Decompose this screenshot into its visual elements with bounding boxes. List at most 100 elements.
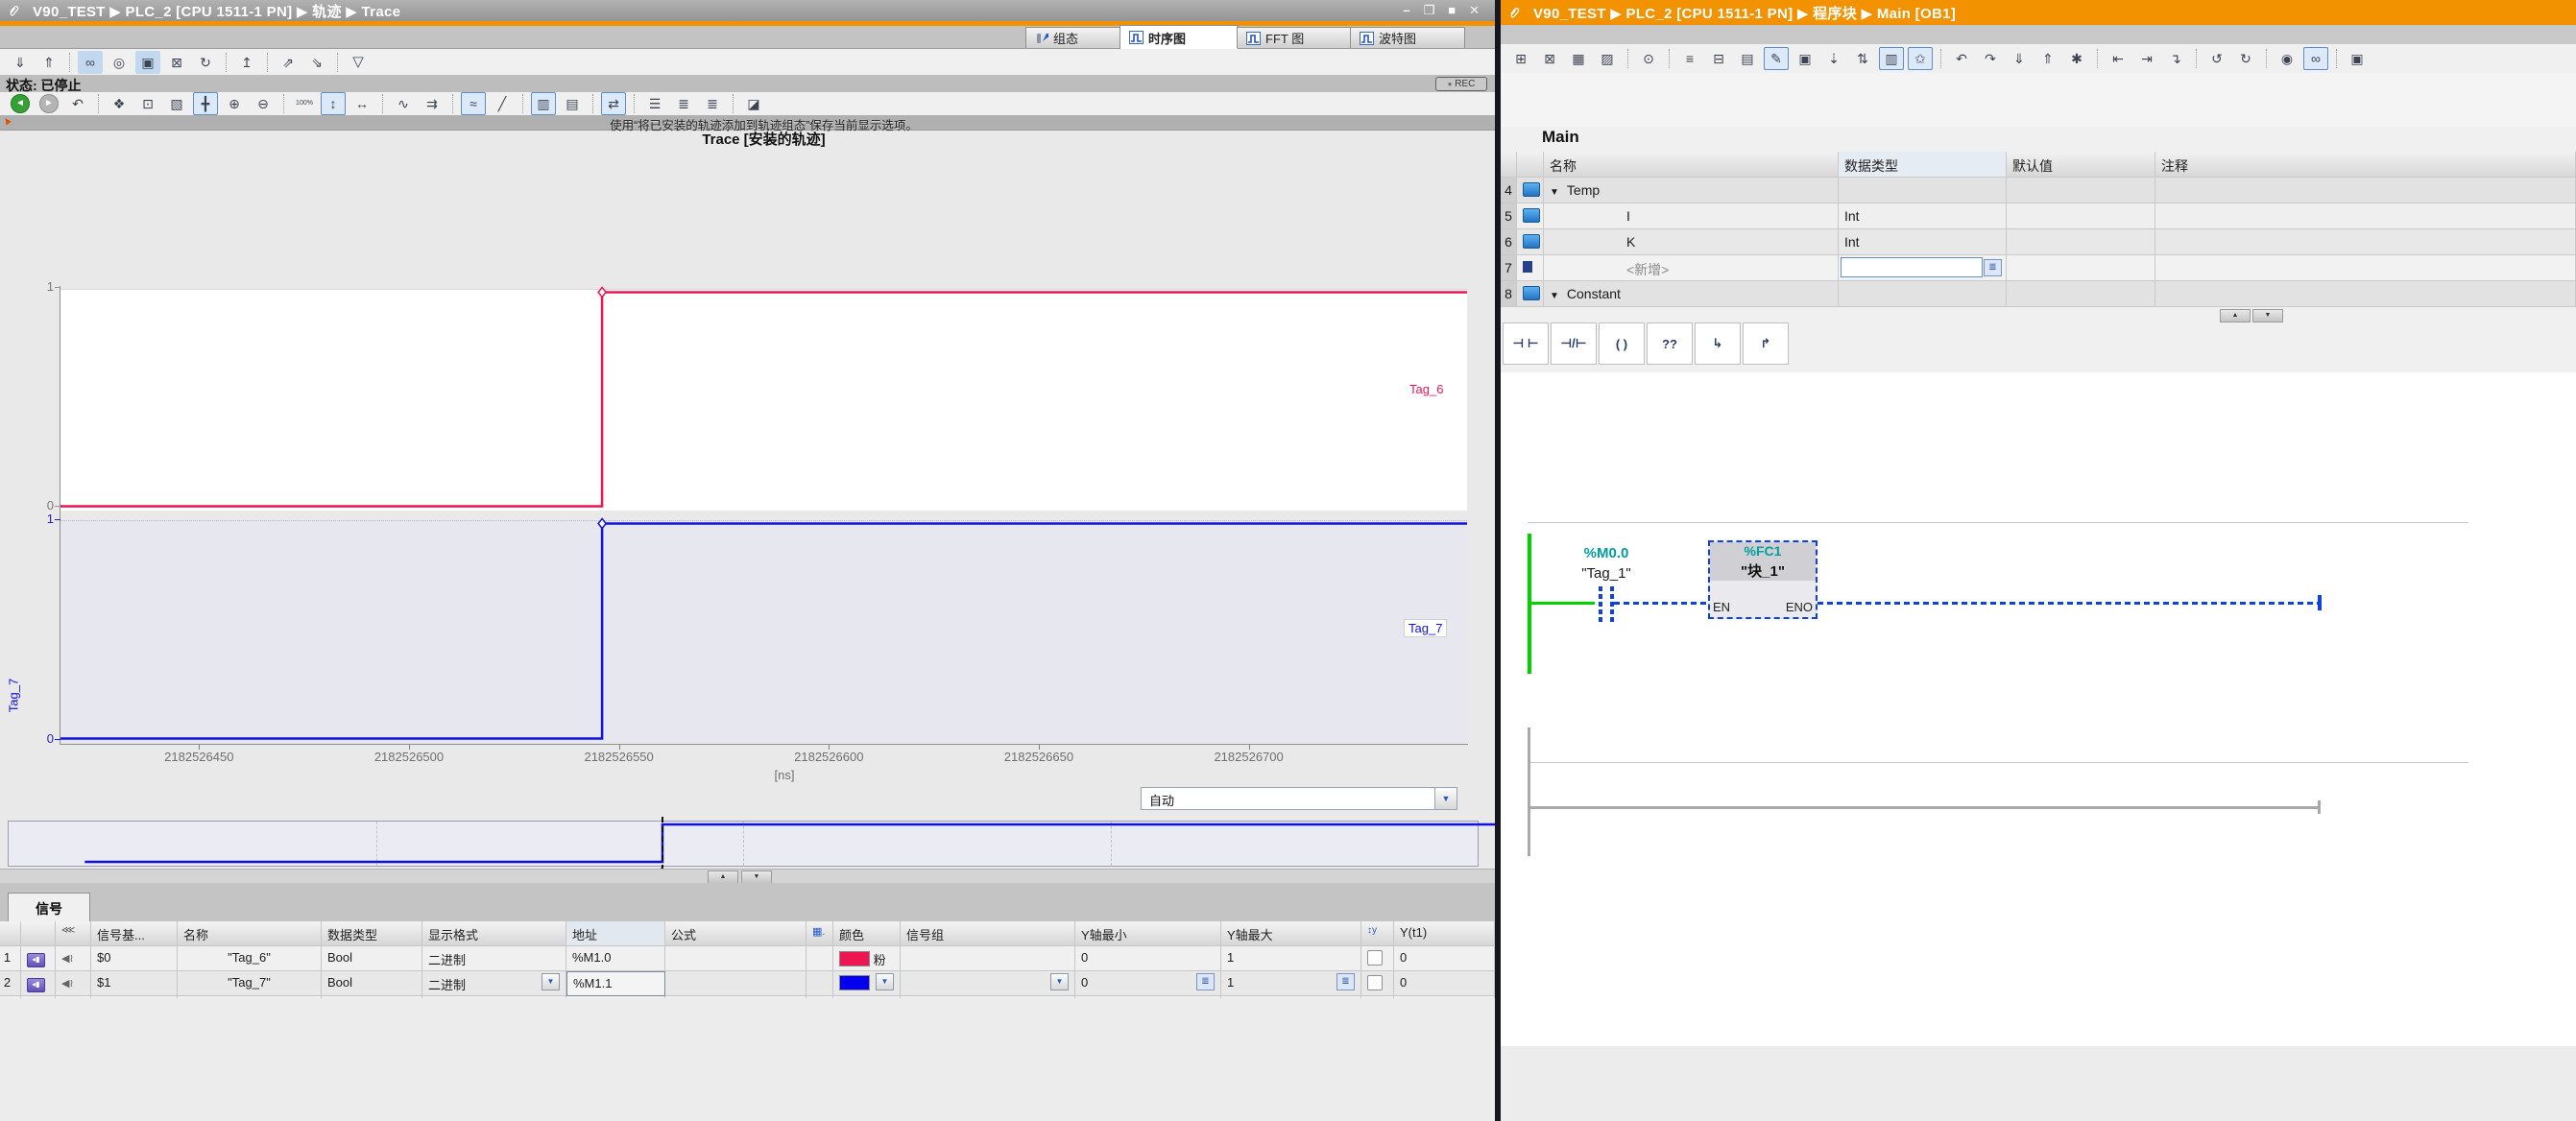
if-header-name[interactable]: 名称 — [1544, 152, 1839, 178]
interpolated-curve-icon[interactable]: ≈ — [461, 92, 486, 115]
ymin-list-icon[interactable]: ≣ — [1196, 973, 1215, 990]
favorites-icon[interactable]: ✩ — [1908, 47, 1933, 70]
header-address[interactable]: 地址 — [566, 921, 665, 946]
compile-icon[interactable]: ✱ — [2064, 47, 2089, 70]
interface-scroll-down-button[interactable]: ▼ — [2252, 309, 2283, 322]
undo-icon[interactable]: ↶ — [1949, 47, 1974, 70]
tab-bode-diagram[interactable]: 波特图 — [1350, 27, 1465, 48]
if-header-default[interactable]: 默认值 — [2007, 152, 2155, 178]
row2-group[interactable]: ▼ — [901, 971, 1075, 996]
rewire-icon[interactable]: ⇅ — [1850, 47, 1875, 70]
contact-address[interactable]: %M0.0 — [1544, 545, 1669, 561]
row1-datatype[interactable]: Bool — [322, 946, 422, 971]
single-chart-icon[interactable]: ▤ — [560, 92, 585, 115]
redo-icon[interactable]: ↷ — [1978, 47, 2003, 70]
tag7-series-label[interactable]: Tag_7 — [1404, 619, 1447, 637]
group-dropdown-icon[interactable]: ▼ — [1050, 973, 1069, 990]
fc-block[interactable]: %FC1 "块_1" EN ENO — [1708, 540, 1818, 619]
go-to-previous-icon[interactable]: ⇤ — [2106, 47, 2131, 70]
zoom-100-icon[interactable]: 100% — [292, 92, 317, 115]
header-ymin[interactable]: Y轴最小 — [1075, 921, 1221, 946]
add-measurement-icon[interactable]: ⇘ — [304, 51, 329, 74]
trace-titlebar[interactable]: V90_TEST ▶ PLC_2 [CPU 1511-1 PN] ▶ 轨迹 ▶ … — [0, 0, 1495, 21]
nc-contact-icon[interactable]: ⊣/⊢ — [1551, 322, 1597, 365]
sync-online-icon[interactable]: ↺ — [2204, 47, 2229, 70]
go-to-next-icon[interactable]: ⇥ — [2134, 47, 2159, 70]
no-contact-icon[interactable]: ⊣ ⊢ — [1503, 322, 1549, 365]
dropdown-arrow-icon[interactable]: ▼ — [1434, 788, 1457, 809]
scroll-origin-icon[interactable]: ▲ — [0, 113, 14, 129]
row2-formula[interactable] — [665, 971, 807, 996]
delete-network-icon[interactable]: ⊠ — [1537, 47, 1562, 70]
row2-address[interactable]: %M1.1 — [566, 971, 665, 996]
formula-column-icon[interactable]: ▦. — [807, 921, 833, 946]
mute-column-icon[interactable]: ⋘ — [56, 921, 91, 946]
datatype-edit-cell[interactable]: ≣ — [1839, 255, 2007, 281]
upload-from-device-icon[interactable]: ⇑ — [2035, 47, 2060, 70]
pan-icon[interactable]: ❖ — [107, 92, 132, 115]
color-dropdown-icon[interactable]: ▼ — [876, 973, 894, 990]
legend-icon[interactable]: ☰ — [642, 92, 667, 115]
y-axis-100-icon[interactable]: ↕ — [321, 92, 346, 115]
monitoring-glasses-icon[interactable]: ∞ — [2303, 47, 2328, 70]
chart-background-icon[interactable]: ◪ — [741, 92, 766, 115]
contact-bar-left[interactable] — [1599, 584, 1602, 622]
header-base[interactable]: 信号基... — [91, 921, 178, 946]
header-group[interactable]: 信号组 — [901, 921, 1075, 946]
filter-icon[interactable]: ▽ — [346, 51, 371, 74]
zoom-region-icon[interactable]: ▧ — [164, 92, 189, 115]
speaker-icon[interactable]: ◀≀ — [56, 971, 91, 996]
row2-ymin[interactable]: 0≣ — [1075, 971, 1221, 996]
row1-formula[interactable] — [665, 946, 807, 971]
reset-start-values-icon[interactable]: ▨ — [1595, 47, 1620, 70]
y-scale-checkbox[interactable] — [1367, 975, 1383, 990]
keep-actual-values-icon[interactable]: ⊙ — [1636, 47, 1661, 70]
overview-cursor[interactable] — [662, 817, 663, 871]
insert-row-icon[interactable]: ▦ — [1566, 47, 1591, 70]
color-swatch[interactable] — [839, 975, 870, 990]
network-overview-icon[interactable]: ▤ — [1735, 47, 1760, 70]
previous-view-icon[interactable]: ◄ — [11, 94, 30, 113]
row2-format[interactable]: 二进制▼ — [422, 971, 566, 996]
row2-base[interactable]: $1 — [91, 971, 178, 996]
header-name[interactable]: 名称 — [178, 921, 322, 946]
speaker-icon[interactable]: ◀≀ — [56, 946, 91, 971]
row1-color[interactable]: 粉 — [833, 946, 901, 971]
export-trace-icon[interactable]: ⇑ — [36, 51, 61, 74]
tab-configuration[interactable]: 组态 — [1025, 27, 1127, 48]
insert-network-icon[interactable]: ⊞ — [1508, 47, 1533, 70]
jump-to-label-icon[interactable]: ↴ — [2163, 47, 2188, 70]
row1-address[interactable]: %M1.0 — [566, 946, 665, 971]
move-axis-icon[interactable]: ⇄ — [601, 92, 626, 115]
undo-zoom-icon[interactable]: ↶ — [65, 92, 90, 115]
zoom-select-icon[interactable]: ⊡ — [135, 92, 160, 115]
monitor-on-off-icon[interactable]: ∞ — [78, 51, 103, 74]
tag6-series-label[interactable]: Tag_6 — [1409, 382, 1443, 396]
tab-time-diagram[interactable]: 时序图 — [1119, 25, 1239, 49]
expand-icon[interactable]: ▼ — [1550, 291, 1559, 301]
empty-box-icon[interactable]: ?? — [1647, 322, 1693, 365]
close-all-networks-icon[interactable]: ⊟ — [1706, 47, 1731, 70]
legend-left-icon[interactable]: ≣ — [671, 92, 696, 115]
legend-right-icon[interactable]: ≣ — [700, 92, 725, 115]
refresh-icon[interactable]: ↻ — [2233, 47, 2258, 70]
row2-name[interactable]: "Tag_7" — [178, 971, 322, 996]
row2-color[interactable]: ▼ — [833, 971, 901, 996]
datatype-list-icon[interactable]: ≣ — [1984, 259, 2002, 276]
y-scale-column-icon[interactable]: ↕y — [1361, 921, 1394, 946]
minimize-button[interactable]: – — [1403, 3, 1409, 18]
find-replace-icon[interactable]: ◉ — [2275, 47, 2299, 70]
float-window-button[interactable]: ❐ — [1424, 3, 1435, 18]
if-header-comment[interactable]: 注释 — [2155, 152, 2576, 178]
tab-fft-diagram[interactable]: FFT 图 — [1237, 27, 1352, 48]
curve-style-icon[interactable]: ∿ — [391, 92, 416, 115]
row1-group[interactable] — [901, 946, 1075, 971]
measure-cursor-icon[interactable]: ╋ — [193, 92, 218, 115]
row1-format[interactable]: 二进制 — [422, 946, 566, 971]
scroll-up-button[interactable]: ▲ — [708, 871, 738, 884]
row2-ymax[interactable]: 1≣ — [1221, 971, 1361, 996]
row1-name[interactable]: "Tag_6" — [178, 946, 322, 971]
zoom-out-icon[interactable]: ⊖ — [251, 92, 276, 115]
insert-multi-instance-icon[interactable]: ▣ — [1793, 47, 1818, 70]
stepped-curve-icon[interactable]: ╱ — [490, 92, 515, 115]
